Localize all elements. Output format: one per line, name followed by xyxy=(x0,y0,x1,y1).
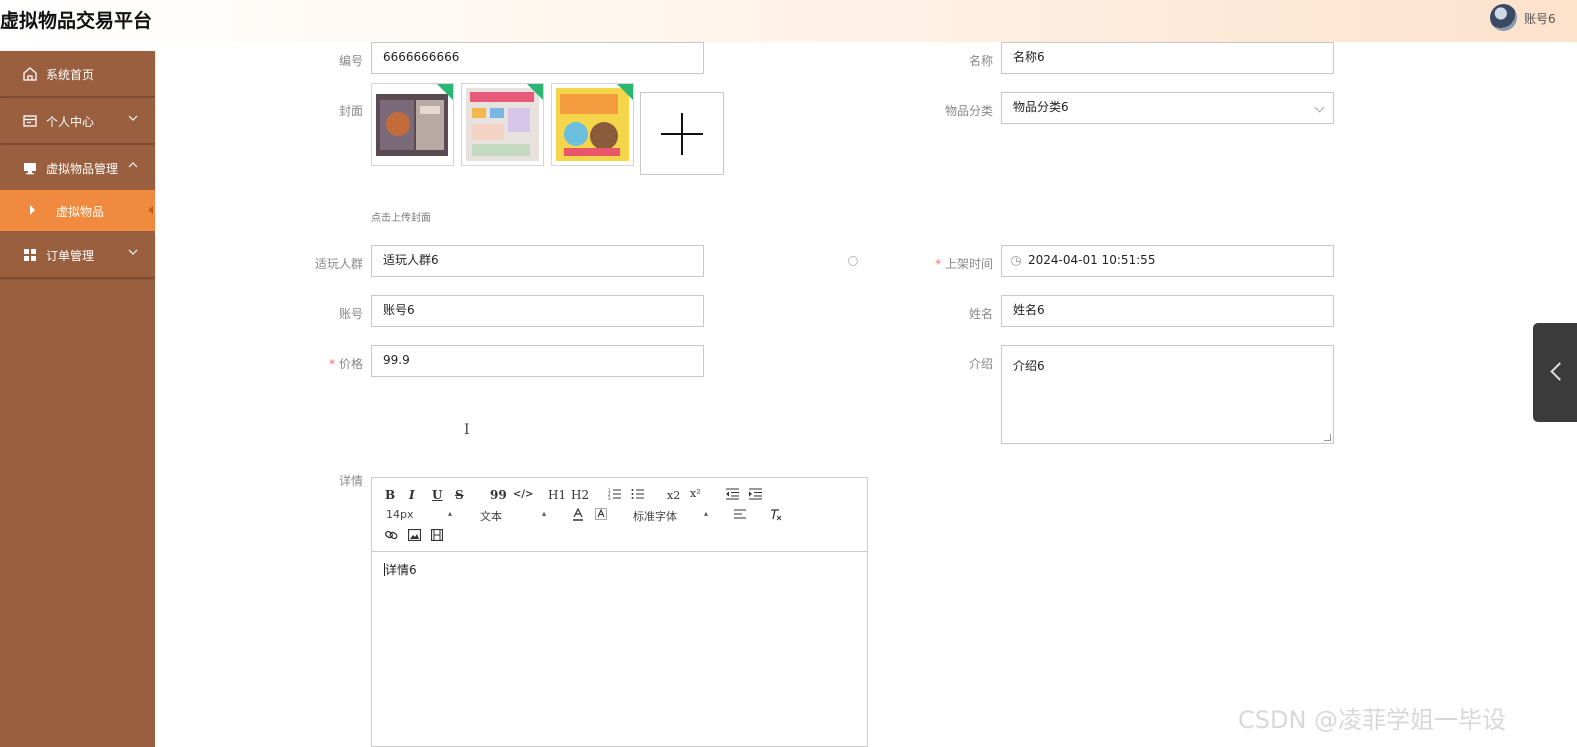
blockquote-button[interactable]: 99 xyxy=(490,488,507,502)
intro-text: 介绍6 xyxy=(1013,359,1045,373)
text-cursor-icon: I xyxy=(464,422,470,438)
sidebar-subitem-virtual-goods[interactable]: 虚拟物品 xyxy=(0,190,155,231)
editor-toolbar: B I U S 99 </> H1 H2 123 x2 x² 14px ▴ 文本… xyxy=(372,478,867,552)
font-size-select[interactable]: 14px ▴ xyxy=(386,508,458,521)
detail-label: 详情 xyxy=(338,474,363,488)
sidebar-item-home[interactable]: 系统首页 xyxy=(0,51,155,97)
updown-icon: ▴ xyxy=(448,509,453,518)
intro-label: 介绍 xyxy=(968,357,993,371)
bullet-list-icon[interactable] xyxy=(631,488,645,500)
block-format-select[interactable]: 文本 ▴ xyxy=(480,508,552,524)
active-indicator xyxy=(148,206,153,214)
video-icon[interactable] xyxy=(431,529,443,541)
svg-text:3: 3 xyxy=(608,496,611,500)
app-title: 虚拟物品交易平台 xyxy=(0,10,153,32)
profile-icon xyxy=(23,115,37,127)
image-badge xyxy=(617,84,633,100)
heading1-button[interactable]: H1 xyxy=(548,488,566,502)
updown-icon: ▴ xyxy=(542,509,547,518)
top-header: 虚拟物品交易平台 账号6 xyxy=(0,0,1577,42)
sidebar-item-label: 订单管理 xyxy=(46,249,95,263)
realname-label: 姓名 xyxy=(968,307,993,321)
chevron-up-icon xyxy=(128,162,138,168)
required-mark: * xyxy=(329,357,336,371)
cover-image-3[interactable] xyxy=(551,83,634,166)
circle-icon xyxy=(848,256,858,266)
category-label: 物品分类 xyxy=(944,104,993,118)
sidebar-item-profile[interactable]: 个人中心 xyxy=(0,98,155,144)
subscript-button[interactable]: x2 xyxy=(667,489,680,502)
user-avatar[interactable] xyxy=(1490,4,1517,31)
ordered-list-icon[interactable]: 123 xyxy=(608,488,622,500)
font-family-select[interactable]: 标准字体 ▴ xyxy=(633,508,713,524)
editor-content[interactable]: 详情6 xyxy=(384,561,417,578)
bold-button[interactable]: B xyxy=(385,488,395,502)
sidebar-item-label: 虚拟物品管理 xyxy=(46,162,119,176)
rich-text-editor[interactable]: B I U S 99 </> H1 H2 123 x2 x² 14px ▴ 文本… xyxy=(371,477,868,747)
superscript-button[interactable]: x² xyxy=(690,487,701,500)
category-select[interactable]: 物品分类6 xyxy=(1001,92,1334,124)
background-color-icon[interactable] xyxy=(595,508,607,521)
heading2-button[interactable]: H2 xyxy=(571,488,589,502)
home-icon xyxy=(23,67,37,81)
image-badge xyxy=(437,84,453,100)
upload-cover-button[interactable] xyxy=(640,92,724,175)
required-mark: * xyxy=(935,257,942,271)
outdent-icon[interactable] xyxy=(726,488,739,500)
caret-right-icon xyxy=(30,205,35,215)
price-label: * 价格 xyxy=(329,357,363,371)
watermark: CSDN @凌菲学姐一毕设 xyxy=(1238,706,1507,734)
sidebar-item-virtual-goods-management[interactable]: 虚拟物品管理 xyxy=(0,145,155,191)
upload-hint: 点击上传封面 xyxy=(371,213,431,224)
sidebar: 系统首页 个人中心 虚拟物品管理 虚拟物品 订单管理 xyxy=(0,51,155,747)
id-field[interactable]: 6666666666 xyxy=(371,42,704,74)
side-panel-toggle[interactable] xyxy=(1533,323,1577,422)
sidebar-item-orders[interactable]: 订单管理 xyxy=(0,232,155,278)
updown-icon: ▴ xyxy=(704,509,709,518)
clear-format-icon[interactable] xyxy=(769,508,782,521)
realname-field[interactable]: 姓名6 xyxy=(1001,295,1334,327)
clock-icon xyxy=(1011,256,1021,266)
sidebar-item-label: 系统首页 xyxy=(46,68,95,82)
font-color-icon[interactable] xyxy=(572,508,584,521)
user-name[interactable]: 账号6 xyxy=(1524,10,1556,27)
account-label: 账号 xyxy=(338,307,363,321)
align-left-icon[interactable] xyxy=(734,509,746,520)
listed-time-picker[interactable]: 2024-04-01 10:51:55 xyxy=(1001,245,1334,277)
indent-icon[interactable] xyxy=(749,488,762,500)
listed-time-label: * 上架时间 xyxy=(935,257,993,271)
cover-image-1[interactable] xyxy=(371,83,454,166)
cover-label: 封面 xyxy=(338,104,363,118)
underline-button[interactable]: U xyxy=(432,488,442,502)
code-block-button[interactable]: </> xyxy=(513,489,533,500)
name-label: 名称 xyxy=(968,54,993,68)
listed-time-value: 2024-04-01 10:51:55 xyxy=(1028,253,1156,267)
image-icon[interactable] xyxy=(408,529,421,541)
strike-button[interactable]: S xyxy=(455,488,464,502)
audience-label: 适玩人群 xyxy=(314,257,363,271)
italic-button[interactable]: I xyxy=(409,488,415,502)
image-badge xyxy=(527,84,543,100)
link-icon[interactable] xyxy=(385,529,398,541)
name-field[interactable]: 名称6 xyxy=(1001,42,1334,74)
intro-textarea[interactable]: 介绍6 xyxy=(1001,345,1334,444)
monitor-icon xyxy=(24,163,36,175)
audience-field[interactable]: 适玩人群6 xyxy=(371,245,704,277)
category-selected-value: 物品分类6 xyxy=(1013,100,1069,114)
account-field[interactable]: 账号6 xyxy=(371,295,704,327)
cover-image-2[interactable] xyxy=(461,83,544,166)
chevron-down-icon xyxy=(1314,102,1325,113)
id-label: 编号 xyxy=(338,54,363,68)
sidebar-item-label: 个人中心 xyxy=(46,115,95,129)
grid-icon xyxy=(24,249,36,261)
chevron-left-icon xyxy=(1550,362,1569,381)
chevron-down-icon xyxy=(128,249,138,255)
price-field[interactable]: 99.9 xyxy=(371,345,704,377)
sidebar-subitem-label: 虚拟物品 xyxy=(56,205,105,219)
chevron-down-icon xyxy=(128,115,138,121)
resize-handle[interactable] xyxy=(1324,434,1331,441)
